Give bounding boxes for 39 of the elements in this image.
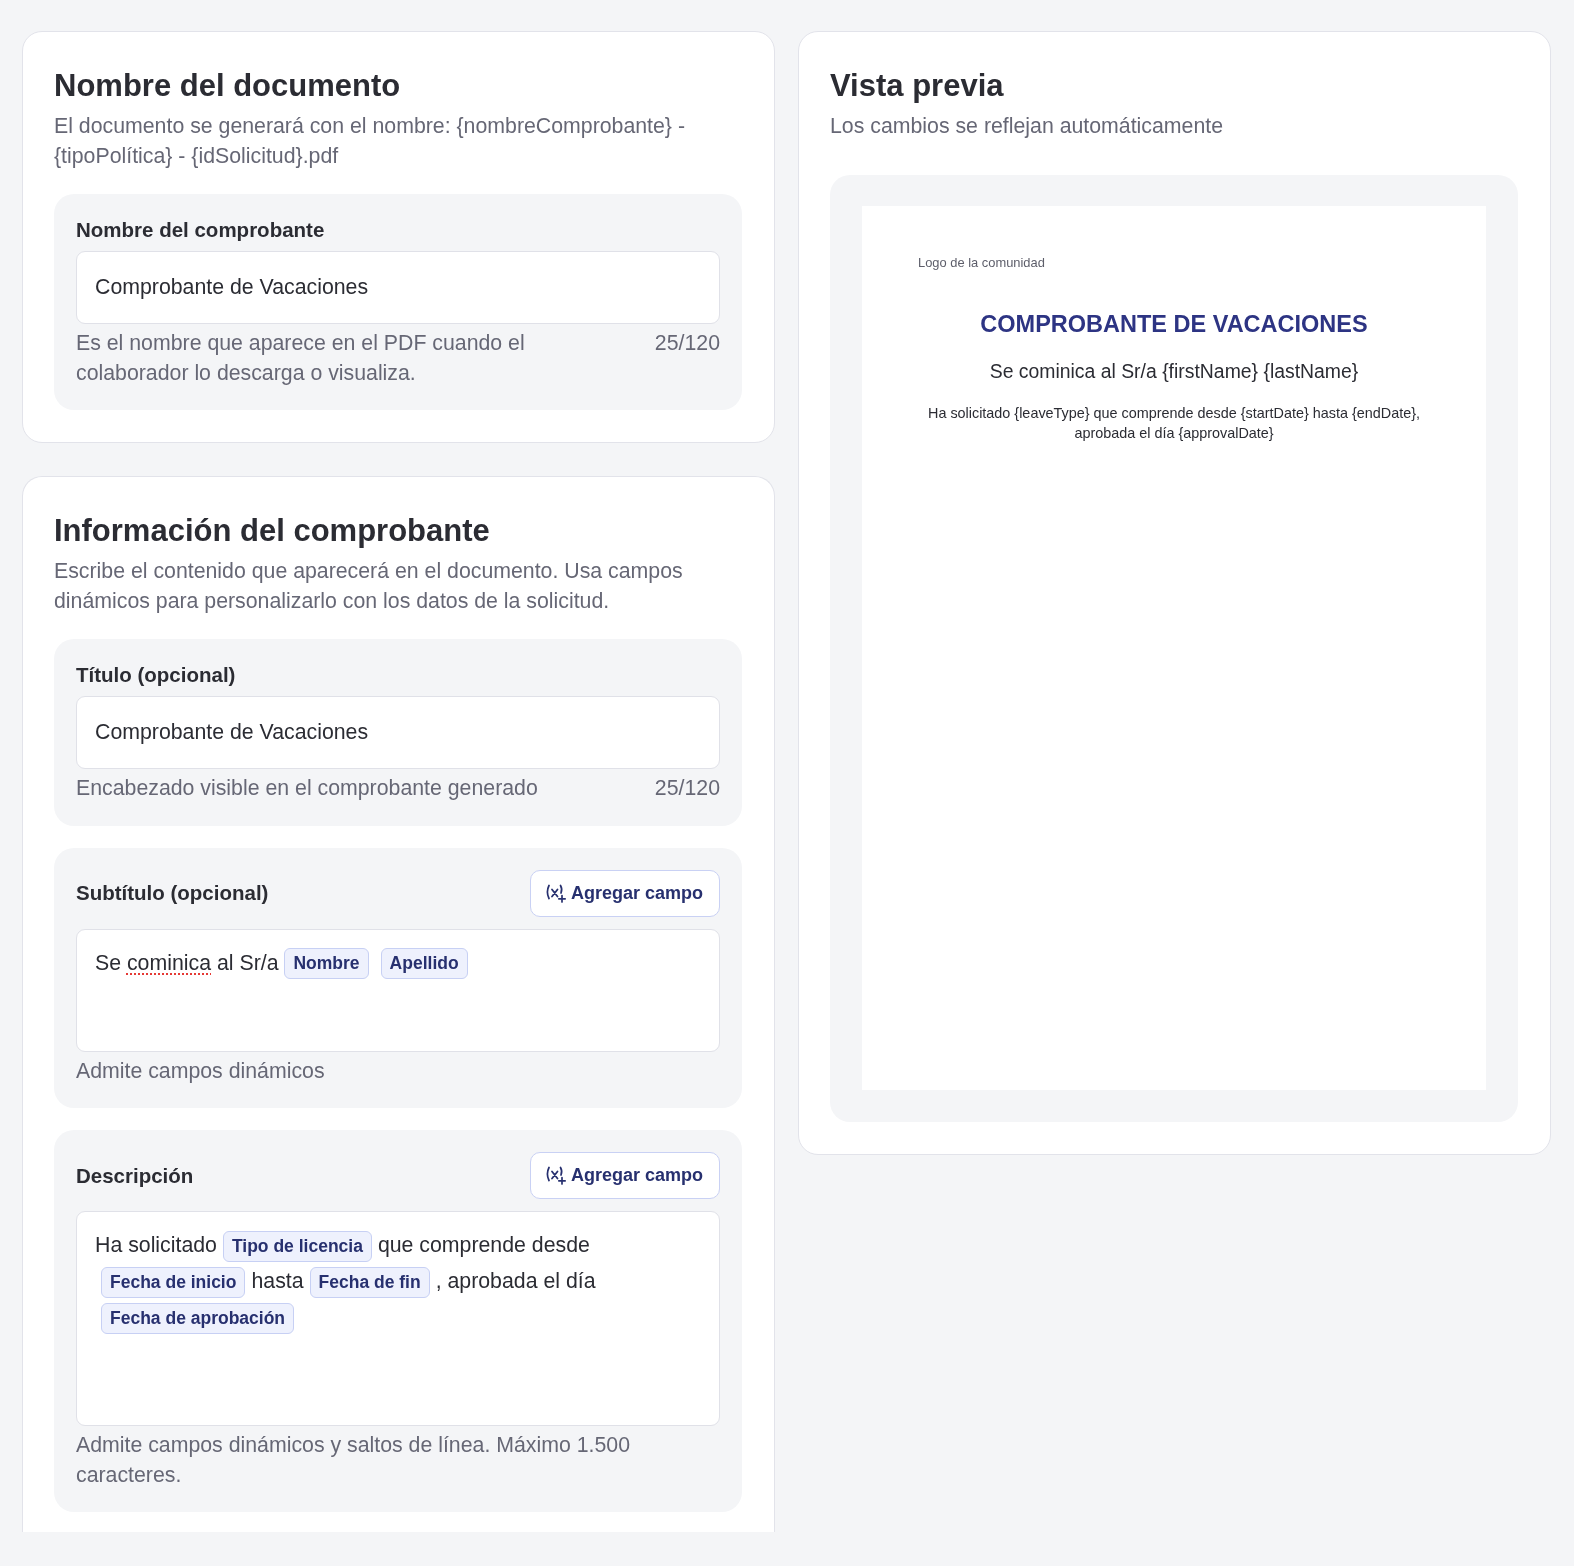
document-body: Ha solicitado {leaveType} que comprende desde {startDate} hasta {endDate}, aprobada el día {approvalDate} <box>927 403 1421 443</box>
text-input[interactable]: Comprobante de Vacaciones <box>76 251 720 324</box>
character-counter: 25/120 <box>654 775 720 802</box>
add-field-button[interactable]: Agregar campo <box>529 869 720 917</box>
field-label: Subtítulo (opcional) <box>76 880 269 906</box>
character-counter: 25/120 <box>654 330 720 357</box>
document-subtitle: Se cominica al Sr/a {firstName} {lastName} <box>988 358 1360 383</box>
field-label: Nombre del comprobante <box>76 217 326 243</box>
logo-label: Logo de la comunidad <box>918 254 1046 270</box>
helper-text: Es el nombre que aparece en el PDF cuando el colaborador lo descarga o visualiza. <box>76 330 526 387</box>
editor-text: Ha solicitado <box>95 1233 217 1257</box>
field-label: Descripción <box>76 1162 194 1189</box>
section-description: El documento se generará con el nombre: {nombreComprobante} - {tipoPolítica} - {idSolicitud}.pdf <box>54 113 686 170</box>
add-field-button[interactable]: Agregar campo <box>529 1152 720 1199</box>
variable-icon <box>544 883 566 903</box>
editor-text: , aprobada el día <box>435 1269 596 1293</box>
section-title: Información del comprobante <box>54 513 491 549</box>
section-description: Escribe el contenido que aparecerá en el documento. Usa campos dinámicos para personalizarlo con los datos de la solicitud. <box>54 558 684 615</box>
rich-text-editor[interactable]: Ha solicitado Tipo de licencia que comprende desde Fecha de inicio hasta Fecha de fin , aprobada el día Fecha de aprobación <box>76 1211 720 1426</box>
variable-icon <box>544 1166 566 1185</box>
rich-text-editor[interactable]: Se cominica al Sr/a Nombre Apellido <box>76 928 720 1052</box>
section-title: Vista previa <box>830 68 1005 104</box>
field-chip[interactable]: Apellido <box>380 948 468 980</box>
text-input[interactable]: Comprobante de Vacaciones <box>76 696 720 769</box>
editor-text: hasta <box>251 1269 304 1293</box>
field-chip[interactable]: Nombre <box>284 948 369 980</box>
helper-text: Admite campos dinámicos y saltos de línea. Máximo 1.500 caracteres. <box>76 1432 631 1489</box>
field-chip[interactable]: Fecha de fin <box>309 1266 430 1298</box>
editor-text: Se cominica al Sr/a <box>95 950 279 975</box>
section-description: Los cambios se reflejan automáticamente <box>830 113 1224 140</box>
field-label: Título (opcional) <box>76 662 237 688</box>
helper-text: Admite campos dinámicos <box>76 1057 325 1085</box>
section-title: Nombre del documento <box>54 68 402 104</box>
helper-text: Encabezado visible en el comprobante generado <box>76 775 538 802</box>
field-chip[interactable]: Fecha de inicio <box>101 1266 246 1298</box>
field-chip[interactable]: Tipo de licencia <box>222 1230 372 1262</box>
document-heading: COMPROBANTE DE VACACIONES <box>979 309 1369 339</box>
editor-text: que comprende desde <box>377 1233 590 1257</box>
field-chip[interactable]: Fecha de aprobación <box>101 1302 295 1334</box>
